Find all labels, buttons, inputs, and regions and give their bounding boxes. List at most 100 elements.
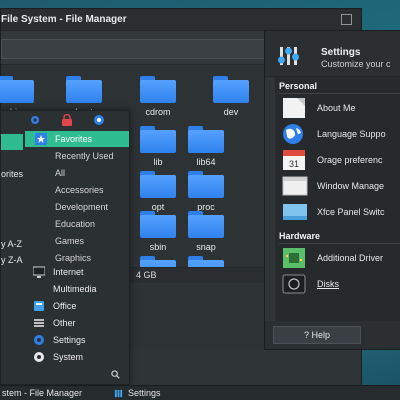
category-games[interactable]: Games	[25, 233, 129, 249]
folder-icon	[213, 76, 249, 103]
folder-label: snap	[196, 242, 216, 252]
settings-item-label: About Me	[317, 103, 356, 113]
file-manager-titlebar[interactable]: File System - File Manager	[1, 9, 361, 31]
category-settings[interactable]: Settings	[27, 332, 131, 348]
category-internet[interactable]: Internet	[27, 264, 131, 280]
settings-title: Settings	[321, 47, 361, 58]
folder-icon	[66, 76, 102, 103]
category-system[interactable]: System	[27, 349, 131, 365]
settings-item-disks[interactable]: Disks	[281, 273, 400, 297]
settings-gear-icon[interactable]	[29, 114, 41, 126]
help-button[interactable]: ? Help	[273, 326, 361, 344]
menu-left-item[interactable]	[1, 134, 23, 150]
category-label: Education	[55, 219, 96, 229]
disk-icon	[282, 274, 306, 294]
settings-item-panel-switch[interactable]: Xfce Panel Switc	[281, 201, 400, 225]
category-office[interactable]: Office	[27, 298, 131, 314]
category-favorites[interactable]: Favorites	[25, 131, 129, 147]
settings-subtitle: Customize your c	[321, 59, 391, 69]
category-label: Settings	[53, 335, 86, 345]
settings-header: Settings Customize your c	[265, 31, 400, 77]
folder-icon	[188, 211, 224, 238]
window-title: File System - File Manager	[1, 14, 127, 25]
chip-icon	[283, 248, 305, 268]
other-icon	[34, 319, 44, 327]
folder-label: lib	[153, 157, 163, 167]
folder-icon	[188, 171, 224, 198]
category-label: All	[55, 168, 66, 178]
section-divider	[279, 93, 400, 94]
settings-sliders-icon	[278, 47, 299, 65]
settings-sliders-icon	[114, 389, 123, 398]
folder-icon	[140, 126, 176, 153]
category-recently-used[interactable]: Recently Used	[25, 148, 129, 164]
folder-item[interactable]	[176, 256, 236, 310]
multimedia-icon	[34, 284, 44, 294]
application-menu: orites y A-Z y Z-A Favorites Recently Us…	[0, 110, 130, 385]
section-divider	[279, 243, 400, 244]
folder-icon	[140, 171, 176, 198]
settings-item-label: Xfce Panel Switc	[317, 207, 385, 217]
menu-top-bar	[1, 111, 129, 129]
category-label: Accessories	[55, 185, 104, 195]
category-label: Recently Used	[55, 151, 114, 161]
window-manager-icon	[282, 176, 308, 196]
calendar-icon: 31	[283, 150, 305, 170]
office-icon	[34, 301, 44, 311]
free-space-text: 4 GB	[136, 270, 157, 280]
category-accessories[interactable]: Accessories	[25, 182, 129, 198]
folder-icon	[140, 76, 176, 103]
settings-item-additional-drivers[interactable]: Additional Driver	[281, 247, 400, 271]
category-label: System	[53, 352, 84, 362]
folder-item[interactable]: dev	[201, 76, 261, 130]
star-icon	[35, 133, 47, 145]
settings-item-label: Additional Driver	[317, 253, 384, 263]
menu-app-categories: Internet Multimedia Office Other Setting…	[27, 264, 131, 374]
settings-item-orage[interactable]: 31 Orage preferenc	[281, 149, 400, 173]
settings-item-label: Language Suppo	[317, 129, 386, 139]
folder-icon	[0, 76, 34, 103]
category-label: Development	[55, 202, 109, 212]
search-icon[interactable]	[111, 370, 120, 379]
category-label: Internet	[53, 267, 84, 277]
category-label: Other	[53, 318, 76, 328]
panel-switch-icon	[283, 204, 307, 220]
taskbar-item-settings[interactable]: Settings	[128, 388, 161, 398]
taskbar: stem - File Manager Settings	[0, 385, 400, 400]
folder-item[interactable]: cdrom	[128, 76, 188, 130]
category-all[interactable]: All	[25, 165, 129, 181]
settings-item-label: Orage preferenc	[317, 155, 383, 165]
settings-item-about-me[interactable]: About Me	[281, 97, 400, 121]
folder-label: cdrom	[145, 107, 171, 117]
location-bar[interactable]	[1, 39, 271, 59]
category-label: Multimedia	[53, 284, 97, 294]
language-globe-icon	[283, 124, 303, 144]
category-label: Favorites	[55, 134, 93, 144]
about-me-icon	[283, 98, 305, 118]
menu-left-item[interactable]: orites	[1, 169, 23, 185]
monitor-icon	[33, 266, 45, 278]
folder-label: dev	[223, 107, 239, 117]
lock-icon[interactable]	[61, 114, 73, 126]
settings-gear-icon	[34, 335, 44, 345]
category-other[interactable]: Other	[27, 315, 131, 331]
settings-list: Personal About Me Language Suppo 31 Orag…	[275, 77, 400, 323]
menu-left-item[interactable]: y A-Z	[1, 239, 23, 255]
category-education[interactable]: Education	[25, 216, 129, 232]
menu-left-item[interactable]: y Z-A	[1, 255, 23, 271]
folder-icon	[188, 126, 224, 153]
menu-search-row	[1, 366, 129, 384]
power-icon[interactable]	[93, 114, 105, 126]
settings-item-window-manager[interactable]: Window Manage	[281, 175, 400, 199]
category-label: Office	[53, 301, 77, 311]
category-multimedia[interactable]: Multimedia	[27, 281, 131, 297]
settings-item-label: Window Manage	[317, 181, 385, 191]
taskbar-item-file-manager[interactable]: stem - File Manager	[2, 388, 82, 398]
section-hardware: Hardware	[279, 231, 321, 241]
settings-item-language[interactable]: Language Suppo	[281, 123, 400, 147]
category-development[interactable]: Development	[25, 199, 129, 215]
folder-icon	[140, 211, 176, 238]
maximize-button[interactable]	[341, 14, 352, 25]
menu-favorites-column: orites y A-Z y Z-A	[1, 129, 23, 364]
section-personal: Personal	[279, 81, 318, 91]
